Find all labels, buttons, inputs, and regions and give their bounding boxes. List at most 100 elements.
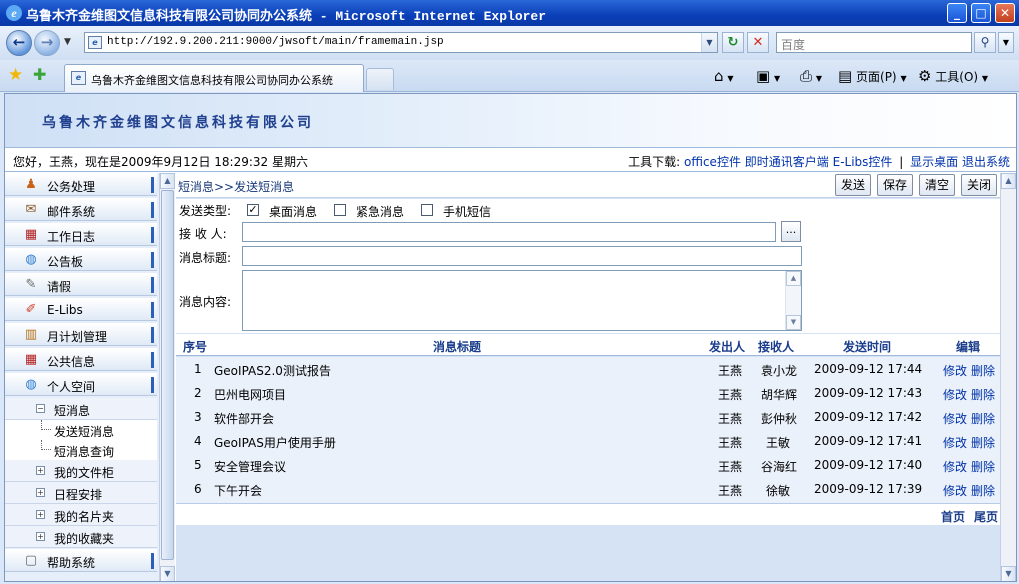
sidebar-item-public-info[interactable]: ▦ 公共信息 bbox=[5, 348, 157, 371]
history-dropdown-icon[interactable]: ▼ bbox=[64, 37, 71, 47]
add-favorites-icon[interactable]: ✚ bbox=[33, 65, 46, 84]
feeds-button[interactable]: ▣ ▼ bbox=[756, 67, 780, 85]
table-row[interactable]: 2 巴州电网项目 王燕 胡华辉 2009-09-12 17:43 修改 删除 bbox=[176, 381, 1000, 405]
scroll-up-icon[interactable]: ▲ bbox=[160, 173, 175, 189]
sidebar-item-mail[interactable]: ✉ 邮件系统 bbox=[5, 198, 157, 221]
sidebar-item-elibs[interactable]: ✐ E-Libs bbox=[5, 298, 157, 321]
web-page: 乌鲁木齐金维图文信息科技有限公司 您好，王燕，现在是2009年9月12日 18:… bbox=[4, 93, 1017, 582]
address-dropdown-icon[interactable]: ▼ bbox=[701, 33, 717, 52]
search-options-dropdown-icon[interactable]: ▼ bbox=[998, 32, 1014, 53]
sidebar-item-leave[interactable]: ✎ 请假 bbox=[5, 273, 157, 296]
delete-link[interactable]: 删除 bbox=[971, 386, 995, 403]
collapse-icon[interactable]: − bbox=[36, 404, 45, 413]
sidebar-sub-cards[interactable]: + 我的名片夹 bbox=[5, 504, 157, 526]
sidebar-item-bulletin[interactable]: ◍ 公告板 bbox=[5, 248, 157, 271]
sidebar-leaf-send-message[interactable]: 发送短消息 bbox=[5, 420, 157, 440]
print-button[interactable]: ⎙ ▼ bbox=[800, 67, 822, 85]
edit-link[interactable]: 修改 bbox=[943, 362, 967, 379]
elibs-control-link[interactable]: E-Libs控件 bbox=[833, 155, 893, 169]
expand-icon[interactable]: + bbox=[36, 466, 45, 475]
delete-link[interactable]: 删除 bbox=[971, 434, 995, 451]
edit-link[interactable]: 修改 bbox=[943, 458, 967, 475]
search-input[interactable]: 百度 bbox=[776, 32, 972, 53]
table-row[interactable]: 4 GeoIPAS用户使用手册 王燕 王敏 2009-09-12 17:41 修… bbox=[176, 429, 1000, 453]
content-scrollbar[interactable]: ▲ ▼ bbox=[1000, 173, 1016, 581]
row-title[interactable]: 巴州电网项目 bbox=[214, 386, 286, 403]
table-row[interactable]: 6 下午开会 王燕 徐敏 2009-09-12 17:39 修改 删除 bbox=[176, 477, 1000, 501]
delete-link[interactable]: 删除 bbox=[971, 482, 995, 499]
scroll-down-icon[interactable]: ▼ bbox=[160, 566, 175, 581]
back-button[interactable]: ← bbox=[6, 30, 32, 56]
address-input[interactable]: e http://192.9.200.211:9000/jwsoft/main/… bbox=[84, 32, 718, 53]
logout-link[interactable]: 退出系统 bbox=[962, 155, 1010, 169]
tools-menu-button[interactable]: ⚙ 工具(O) ▼ bbox=[918, 67, 988, 85]
sidebar-sub-schedule[interactable]: + 日程安排 bbox=[5, 482, 157, 504]
page-icon: e bbox=[88, 36, 102, 49]
scroll-up-icon[interactable]: ▲ bbox=[786, 271, 801, 286]
edit-link[interactable]: 修改 bbox=[943, 482, 967, 499]
save-button[interactable]: 保存 bbox=[877, 174, 913, 196]
delete-link[interactable]: 删除 bbox=[971, 362, 995, 379]
clear-button[interactable]: 清空 bbox=[919, 174, 955, 196]
row-title[interactable]: 软件部开会 bbox=[214, 410, 274, 427]
receiver-input[interactable] bbox=[242, 222, 776, 242]
urgent-message-checkbox[interactable] bbox=[334, 204, 346, 216]
first-page-link[interactable]: 首页 bbox=[941, 508, 965, 525]
search-button[interactable]: ⚲ bbox=[974, 32, 996, 53]
sidebar-leaf-query-message[interactable]: 短消息查询 bbox=[5, 440, 157, 460]
row-title[interactable]: GeoIPAS2.0测试报告 bbox=[214, 362, 331, 379]
page-menu-button[interactable]: ▤ 页面(P) ▼ bbox=[838, 67, 907, 85]
edit-link[interactable]: 修改 bbox=[943, 386, 967, 403]
sidebar-sub-favorites[interactable]: + 我的收藏夹 bbox=[5, 526, 157, 548]
expand-icon[interactable]: + bbox=[36, 488, 45, 497]
subject-input[interactable] bbox=[242, 246, 802, 266]
close-window-button[interactable]: ✕ bbox=[995, 3, 1015, 23]
sidebar-item-worklog[interactable]: ▦ 工作日志 bbox=[5, 223, 157, 246]
table-row[interactable]: 3 软件部开会 王燕 彭仲秋 2009-09-12 17:42 修改 删除 bbox=[176, 405, 1000, 429]
scroll-down-icon[interactable]: ▼ bbox=[786, 315, 801, 330]
office-control-link[interactable]: office控件 bbox=[684, 155, 741, 169]
expand-icon[interactable]: + bbox=[36, 510, 45, 519]
forward-button[interactable]: → bbox=[34, 30, 60, 56]
sidebar-sub-file-cabinet[interactable]: + 我的文件柜 bbox=[5, 460, 157, 482]
sidebar-item-monthly-plan[interactable]: ▥ 月计划管理 bbox=[5, 323, 157, 346]
scroll-up-icon[interactable]: ▲ bbox=[1001, 173, 1016, 189]
im-client-link[interactable]: 即时通讯客户端 bbox=[745, 155, 829, 169]
show-desktop-link[interactable]: 显示桌面 bbox=[910, 155, 958, 169]
minimize-button[interactable]: _ bbox=[947, 3, 967, 23]
sidebar-sub-messages[interactable]: − 短消息 bbox=[5, 398, 157, 420]
receiver-picker-button[interactable]: ... bbox=[781, 221, 801, 242]
row-title[interactable]: GeoIPAS用户使用手册 bbox=[214, 434, 336, 451]
sms-checkbox[interactable] bbox=[421, 204, 433, 216]
tab-active[interactable]: e 乌鲁木齐金维图文信息科技有限公司协同办公系统 bbox=[64, 64, 364, 92]
edit-link[interactable]: 修改 bbox=[943, 434, 967, 451]
tree-connector bbox=[41, 420, 51, 430]
maximize-button[interactable]: □ bbox=[971, 3, 991, 23]
row-title[interactable]: 安全管理会议 bbox=[214, 458, 286, 475]
textarea-scrollbar[interactable]: ▲ ▼ bbox=[785, 271, 801, 330]
last-page-link[interactable]: 尾页 bbox=[974, 508, 998, 525]
favorites-star-icon[interactable]: ★ bbox=[8, 65, 23, 85]
body-textarea[interactable]: ▲ ▼ bbox=[242, 270, 802, 331]
expand-icon[interactable]: + bbox=[36, 532, 45, 541]
refresh-button[interactable]: ↻ bbox=[722, 32, 744, 53]
stop-button[interactable]: ✕ bbox=[747, 32, 769, 53]
send-button[interactable]: 发送 bbox=[835, 174, 871, 196]
sidebar-scrollbar[interactable]: ▲ ▼ bbox=[159, 173, 175, 581]
row-title[interactable]: 下午开会 bbox=[214, 482, 262, 499]
edit-link[interactable]: 修改 bbox=[943, 410, 967, 427]
globe-icon: ◍ bbox=[25, 377, 37, 392]
table-row[interactable]: 1 GeoIPAS2.0测试报告 王燕 袁小龙 2009-09-12 17:44… bbox=[176, 357, 1000, 381]
scroll-down-icon[interactable]: ▼ bbox=[1001, 566, 1016, 581]
delete-link[interactable]: 删除 bbox=[971, 410, 995, 427]
delete-link[interactable]: 删除 bbox=[971, 458, 995, 475]
sidebar-item-official[interactable]: ♟ 公务处理 bbox=[5, 173, 157, 196]
desktop-message-checkbox[interactable]: ✓ bbox=[247, 204, 259, 216]
sidebar-item-help[interactable]: ▢ 帮助系统 bbox=[5, 549, 157, 572]
new-tab-button[interactable] bbox=[366, 68, 394, 90]
close-button[interactable]: 关闭 bbox=[961, 174, 997, 196]
scroll-thumb[interactable] bbox=[161, 190, 174, 560]
sidebar-item-personal-space[interactable]: ◍ 个人空间 bbox=[5, 373, 157, 396]
table-row[interactable]: 5 安全管理会议 王燕 谷海红 2009-09-12 17:40 修改 删除 bbox=[176, 453, 1000, 477]
home-button[interactable]: ⌂ ▼ bbox=[714, 67, 734, 85]
